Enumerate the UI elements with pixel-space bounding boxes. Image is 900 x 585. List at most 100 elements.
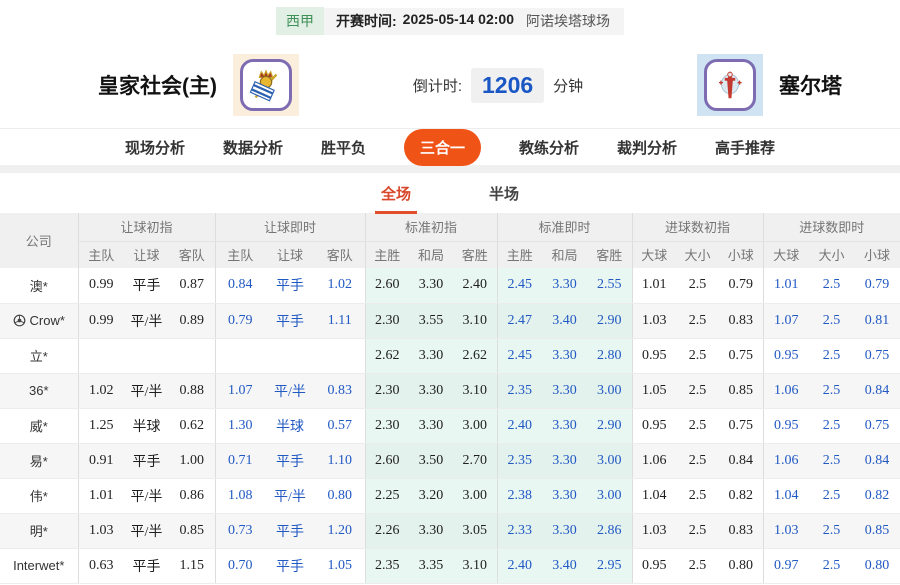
odds-cell: 3.30: [542, 268, 587, 304]
table-row: 澳* 0.99 平手 0.87 0.84 平手 1.02 2.60 3.30 2.40 2.45 3.…: [0, 268, 900, 304]
countdown-value: 1206: [470, 67, 545, 103]
odds-cell: 3.30: [409, 338, 453, 374]
odds-cell: 平/半: [124, 373, 169, 409]
odds-cell: 1.07: [762, 303, 810, 339]
odds-cell: 2.30: [364, 373, 409, 409]
odds-cell: 2.60: [364, 443, 409, 479]
odds-cell: 1.02: [315, 268, 365, 304]
nav-tab[interactable]: 三合一: [403, 128, 481, 166]
group-header: 进球数即时: [762, 213, 900, 242]
odds-cell: 1.02: [77, 373, 124, 409]
odds-cell: 0.73: [214, 513, 265, 549]
table-row: Interwet* 0.63 平手 1.15 0.70 平手 1.05 2.35 3.35 3.1…: [0, 548, 900, 584]
countdown: 倒计时: 1206 分钟: [413, 67, 583, 103]
company-cell: 易*: [0, 443, 78, 479]
odds-cell: 0.82: [854, 478, 900, 514]
company-cell: 伟*: [0, 478, 78, 514]
odds-cell: 3.10: [453, 303, 497, 339]
nav-tab[interactable]: 数据分析: [223, 137, 283, 158]
odds-cell: 3.10: [453, 373, 497, 409]
odds-cell: 2.5: [809, 548, 855, 584]
odds-table: 公司 让球初指 让球即时 标准初指 标准即时 进球数初指 进球数即时 主队 让球 客队 主队 让球 客队…: [0, 213, 900, 584]
odds-cell: 3.05: [453, 513, 497, 549]
period-subtab[interactable]: 全场: [374, 173, 417, 214]
odds-cell: 平手: [124, 443, 169, 479]
odds-cell: 0.80: [854, 548, 900, 584]
odds-cell: 2.86: [587, 513, 632, 549]
odds-cell: 3.55: [409, 303, 453, 339]
odds-cell: 2.5: [809, 478, 855, 514]
nav-tab[interactable]: 胜平负: [321, 137, 366, 158]
home-crest-icon: [240, 59, 292, 111]
table-row: 立* 2.62 3.30 2.62 2.45 3.30 2.80 0.95 2.5 0.75 0.9…: [0, 338, 900, 374]
odds-cell: 平/半: [124, 303, 169, 339]
odds-cell: 3.30: [542, 373, 587, 409]
odds-cell: 2.5: [676, 373, 719, 409]
venue-label: 阿诺埃塔球场: [525, 13, 610, 29]
odds-cell: 3.20: [409, 478, 453, 514]
group-header: 标准初指: [364, 213, 497, 242]
odds-cell: 2.55: [587, 268, 632, 304]
odds-cell: 3.30: [542, 408, 587, 444]
company-cell: 36*: [0, 373, 78, 409]
separator-band: [0, 165, 900, 173]
odds-cell: 0.83: [719, 513, 764, 549]
odds-cell: 2.45: [496, 268, 542, 304]
away-team-name: 塞尔塔: [778, 75, 842, 98]
odds-cell: 3.50: [409, 443, 453, 479]
odds-cell: 0.83: [719, 303, 764, 339]
odds-cell: 1.06: [762, 373, 810, 409]
odds-cell: 0.89: [169, 303, 215, 339]
odds-cell: 1.01: [631, 268, 676, 304]
odds-cell: 3.40: [542, 548, 587, 584]
odds-cell: 0.84: [719, 443, 764, 479]
group-header: 标准即时: [496, 213, 632, 242]
odds-cell: 3.00: [453, 478, 497, 514]
odds-cell: 0.87: [169, 268, 215, 304]
kickoff-time: 开赛时间: 2025-05-14 02:00: [336, 11, 514, 31]
period-subtab[interactable]: 半场: [483, 173, 525, 214]
column-header: 客队: [315, 241, 365, 268]
odds-cell: [77, 338, 124, 374]
odds-cell: 2.62: [364, 338, 409, 374]
nav-tab[interactable]: 高手推荐: [715, 137, 775, 158]
odds-cell: 1.10: [315, 443, 365, 479]
odds-cell: 3.30: [542, 513, 587, 549]
odds-cell: 1.03: [77, 513, 124, 549]
column-header: 客胜: [587, 241, 632, 268]
odds-cell: 3.00: [587, 373, 632, 409]
odds-cell: 平手: [265, 443, 315, 479]
odds-cell: 1.15: [169, 548, 215, 584]
away-team-logo: [696, 54, 763, 116]
group-header: 让球初指: [77, 213, 215, 242]
odds-cell: 0.83: [315, 373, 365, 409]
odds-cell: [169, 338, 215, 374]
odds-cell: 0.81: [854, 303, 900, 339]
odds-cell: [214, 338, 265, 374]
odds-cell: 3.30: [409, 513, 453, 549]
odds-cell: 2.62: [453, 338, 497, 374]
company-cell: 澳*: [0, 268, 78, 304]
nav-tab[interactable]: 现场分析: [125, 137, 185, 158]
odds-cell: 2.25: [364, 478, 409, 514]
column-header: 主胜: [364, 241, 409, 268]
away-crest-icon: [703, 59, 756, 111]
odds-cell: 3.10: [453, 548, 497, 584]
odds-cell: 3.00: [453, 408, 497, 444]
odds-cell: 0.80: [719, 548, 764, 584]
odds-cell: 3.00: [587, 443, 632, 479]
odds-cell: 1.07: [214, 373, 265, 409]
odds-cell: 3.30: [542, 338, 587, 374]
odds-cell: [124, 338, 169, 374]
odds-cell: 2.40: [496, 408, 542, 444]
column-header: 小球: [854, 241, 900, 268]
nav-tab[interactable]: 裁判分析: [617, 137, 677, 158]
odds-cell: 2.30: [364, 303, 409, 339]
odds-cell: 0.85: [169, 513, 215, 549]
teams-header: 皇家社会(主) 倒计时: 1206 分钟 塞尔塔: [0, 42, 900, 128]
nav-tabs: 现场分析 数据分析 胜平负 三合一 教练分析 裁判分析 高手推荐: [0, 128, 900, 166]
odds-cell: 1.05: [315, 548, 365, 584]
table-row: 36* 1.02 平/半 0.88 1.07 平/半 0.83 2.30 3.30 3.10 2.3…: [0, 373, 900, 409]
nav-tab[interactable]: 教练分析: [519, 137, 579, 158]
odds-cell: 3.30: [542, 478, 587, 514]
